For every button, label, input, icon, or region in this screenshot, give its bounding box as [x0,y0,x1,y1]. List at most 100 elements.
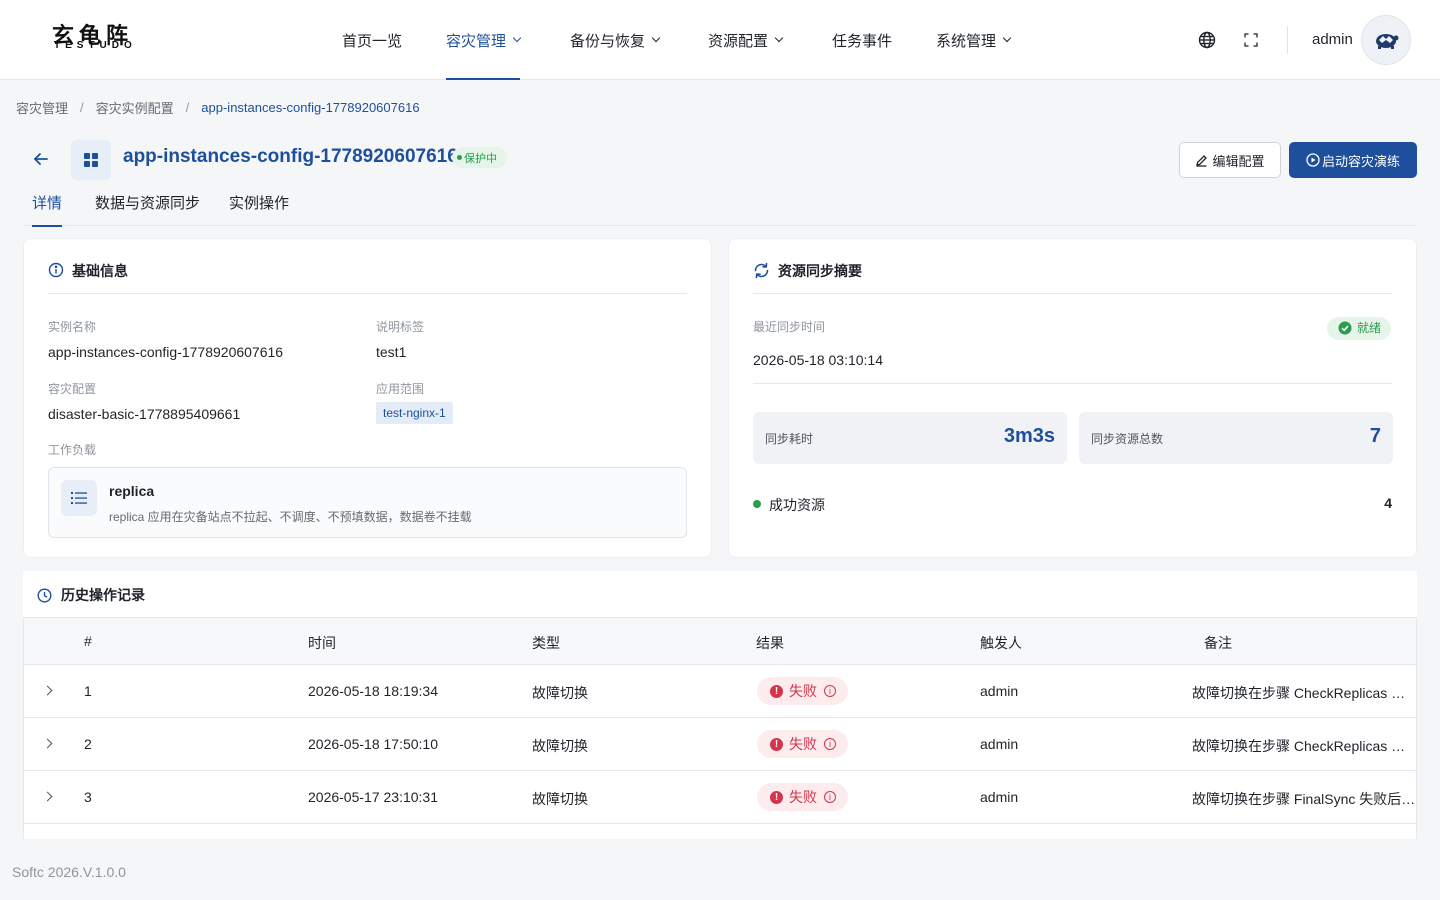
sync-summary-title: 资源同步摘要 [778,263,862,279]
row-remark: 故障切换在步骤 FinalSync 失败后回滚 [1192,791,1417,807]
error-icon: ! [770,737,783,751]
row-remark: 故障切换在步骤 CheckReplicas 失败后回滚 [1192,738,1417,754]
desc-label: 说明标签 [376,320,425,334]
nav-item-label: 容灾管理 [446,32,507,50]
row-operator: admin [980,683,1019,699]
list-icon [61,480,97,516]
globe-icon[interactable] [1198,31,1216,49]
nav-item-label: 系统管理 [936,32,997,50]
nav-item-dr-management[interactable]: 容灾管理 [446,0,522,80]
breadcrumb-item-dr-management[interactable]: 容灾管理 [16,98,68,117]
tab-data-resource-sync[interactable]: 数据与资源同步 [95,186,200,226]
table-row[interactable]: 1 2026-05-18 18:19:34 故障切换 ! 失败 i admin 故障… [24,665,1417,718]
sync-duration-stat: 同步耗时 3m3s [753,412,1067,464]
sync-total-label: 同步资源总数 [1091,432,1164,446]
nav-item-label: 任务事件 [832,32,893,50]
row-remark: 故障切换在步骤 CheckReplicas 失败后回滚 [1192,685,1417,701]
config-label: 容灾配置 [48,382,97,396]
table-row[interactable]: 2 2026-05-18 17:50:10 故障切换 ! 失败 i admin 故障… [24,718,1417,771]
result-failed-badge: ! 失败 i [757,730,848,758]
row-index: 2 [84,736,92,752]
instance-name-value: app-instances-config-1778920607616 [48,344,284,360]
row-operator: admin [980,789,1019,805]
column-header-remark: 备注 [1204,635,1232,651]
result-label: 失败 [789,683,817,699]
last-sync-value: 2026-05-18 03:10:14 [753,352,883,368]
tab-instance-operations[interactable]: 实例操作 [229,186,289,226]
edit-config-label: 编辑配置 [1212,153,1265,169]
edit-config-button[interactable]: 编辑配置 [1179,142,1281,178]
row-time: 2026-05-17 23:10:31 [308,789,438,805]
ready-status-label: 就绪 [1357,321,1382,335]
chevron-right-icon[interactable] [42,738,53,749]
success-dot-icon [753,500,761,508]
avatar[interactable] [1361,15,1411,65]
clock-icon [37,587,52,603]
sync-duration-value: 3m3s [1003,425,1055,447]
ready-status-badge: 就绪 [1327,317,1392,340]
history-header: 历史操作记录 [37,585,145,605]
tab-details[interactable]: 详情 [32,186,63,227]
pencil-icon [1196,154,1208,167]
table-header-row: # 时间 类型 结果 触发人 备注 [24,618,1416,665]
row-type: 故障切换 [532,685,588,701]
result-failed-badge: ! 失败 i [757,783,848,811]
scope-tag: test-nginx-1 [376,402,453,424]
info-icon[interactable]: i [824,685,836,697]
status-badge: 保护中 [452,147,507,168]
desc-value: test1 [376,344,407,360]
chevron-right-icon[interactable] [42,791,53,802]
chevron-down-icon [1002,33,1012,43]
chevron-right-icon[interactable] [42,685,53,696]
success-resources-count: 4 [1384,495,1392,511]
history-title: 历史操作记录 [61,587,145,603]
nav-item-home[interactable]: 首页一览 [342,0,402,80]
sync-duration-label: 同步耗时 [765,432,814,446]
detail-tabs: 详情 数据与资源同步 实例操作 [24,186,1417,227]
sync-summary-card: 资源同步摘要 最近同步时间 2026-05-18 03:10:14 就绪 同步耗… [728,238,1417,558]
breadcrumb-item-instance-config[interactable]: 容灾实例配置 [96,98,174,117]
instance-name-label: 实例名称 [48,320,97,334]
nav-item-system-management[interactable]: 系统管理 [936,0,1012,80]
nav-item-label: 首页一览 [342,32,403,50]
start-drill-button[interactable]: 启动容灾演练 [1289,142,1417,178]
nav-item-backup-restore[interactable]: 备份与恢复 [570,0,661,80]
nav-item-resource-config[interactable]: 资源配置 [708,0,784,80]
refresh-icon [754,262,769,279]
basic-info-card: 基础信息 实例名称 app-instances-config-177892060… [23,238,712,558]
workload-description: replica 应用在灾备站点不拉起、不调度、不预填数据，数据卷不挂载 [109,510,472,524]
back-arrow-icon[interactable] [32,150,50,168]
footer-version: Softc 2026.V.1.0.0 [12,864,126,880]
nav-item-task-events[interactable]: 任务事件 [832,0,892,80]
breadcrumb: 容灾管理 / 容灾实例配置 / app-instances-config-177… [16,98,420,117]
sync-total-value: 7 [1369,425,1381,447]
history-section: 历史操作记录 # 时间 类型 结果 触发人 备注 1 2026-05-18 18… [23,571,1417,839]
chevron-down-icon [512,33,522,43]
logo-text-en: TESTUDO [54,40,137,51]
table-row-partial [24,824,1416,839]
instance-grid-icon [71,140,111,180]
table-row[interactable]: 3 2026-05-17 23:10:31 故障切换 ! 失败 i admin 故障… [24,771,1417,824]
row-operator: admin [980,736,1019,752]
info-circle-icon [48,262,64,278]
row-type: 故障切换 [532,738,588,754]
start-drill-label: 启动容灾演练 [1321,153,1400,169]
last-sync-label: 最近同步时间 [753,320,826,334]
breadcrumb-item-current: app-instances-config-1778920607616 [201,100,420,115]
error-icon: ! [770,684,783,698]
column-header-type: 类型 [532,635,560,651]
nav-item-label: 备份与恢复 [570,32,646,50]
nav-item-label: 资源配置 [708,32,769,50]
workload-name: replica [109,483,155,499]
scope-label: 应用范围 [376,382,425,396]
top-navbar: 玄龟阵 TESTUDO 首页一览 容灾管理 备份与恢复 资源配置 任务事件 系统… [0,0,1440,80]
sync-summary-header: 资源同步摘要 [753,261,1392,294]
info-icon[interactable]: i [824,791,836,803]
brand-logo[interactable]: 玄龟阵 TESTUDO [52,24,172,54]
user-name[interactable]: admin [1312,31,1353,48]
workload-label: 工作负载 [48,443,97,457]
fullscreen-icon[interactable] [1244,33,1258,47]
info-icon[interactable]: i [824,738,836,750]
column-header-result: 结果 [756,635,784,651]
workload-card: replica replica 应用在灾备站点不拉起、不调度、不预填数据，数据卷… [48,467,687,538]
